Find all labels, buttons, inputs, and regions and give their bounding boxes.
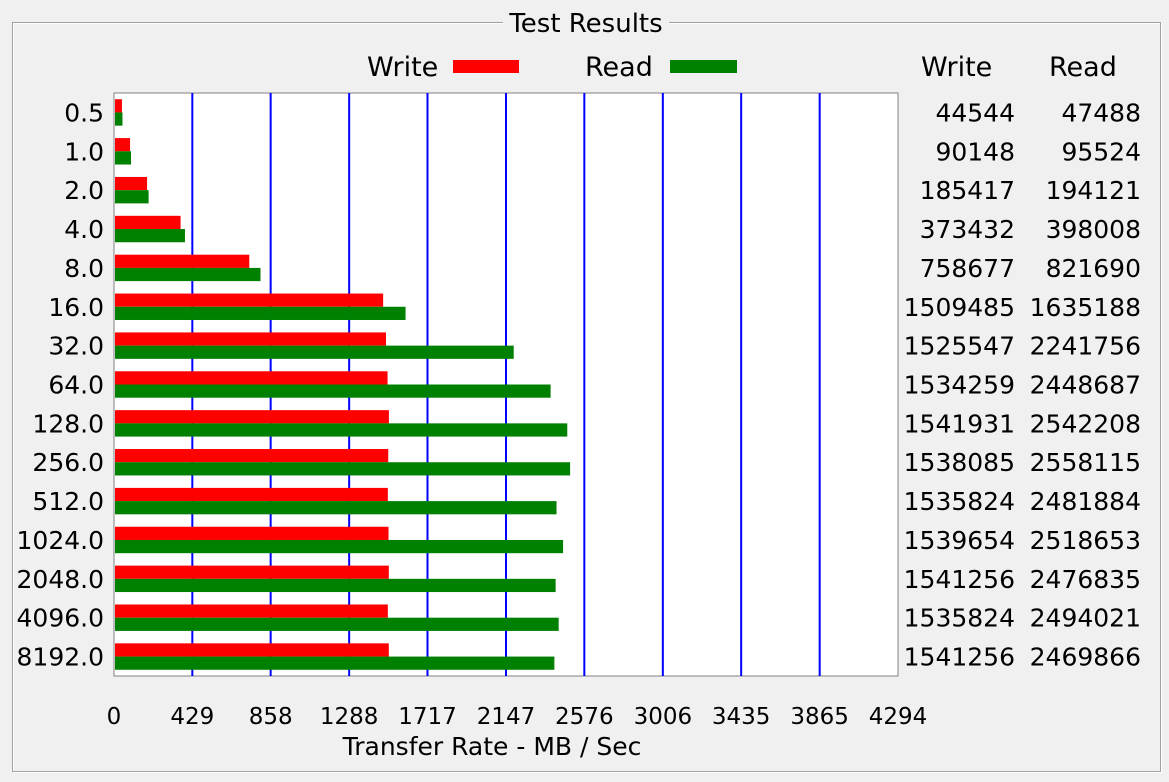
bar-write — [115, 138, 131, 152]
write-value: 1541931 — [904, 409, 1015, 438]
read-value: 2481884 — [1030, 487, 1141, 516]
bar-read — [115, 190, 149, 204]
bar-read — [115, 539, 564, 554]
category-label: 4.0 — [64, 215, 104, 244]
write-value: 1535824 — [904, 487, 1015, 516]
write-value: 90148 — [935, 137, 1015, 166]
category-label: 2048.0 — [17, 565, 104, 594]
x-tick-label: 3865 — [790, 704, 849, 730]
read-value: 1635188 — [1030, 293, 1141, 322]
read-value: 194121 — [1046, 176, 1141, 205]
read-value: 2448687 — [1030, 371, 1141, 400]
category-label: 8192.0 — [17, 643, 104, 672]
bar-read — [115, 656, 555, 670]
read-value: 821690 — [1046, 254, 1141, 283]
x-tick-label: 2147 — [477, 704, 536, 730]
read-value: 2476835 — [1030, 565, 1141, 594]
write-value: 758677 — [920, 254, 1015, 283]
read-value: 2558115 — [1030, 448, 1141, 477]
read-value: 2518653 — [1030, 526, 1141, 555]
bar-write — [115, 410, 389, 424]
bar-write — [115, 99, 122, 113]
category-label: 64.0 — [48, 371, 104, 400]
write-value: 1535824 — [904, 604, 1015, 633]
bar-read — [115, 462, 571, 476]
x-tick-label: 4294 — [869, 704, 928, 730]
x-tick-label: 2576 — [555, 704, 614, 730]
bar-write — [115, 604, 388, 618]
bar-read — [115, 345, 514, 359]
read-value: 2494021 — [1030, 604, 1141, 633]
x-tick-label: 1717 — [398, 704, 457, 730]
read-value: 47488 — [1061, 98, 1141, 127]
bar-write — [115, 643, 389, 657]
bar-read — [115, 384, 551, 398]
bar-chart: 0 429 858 1288 1717 2147 2576 3006 3435 3865 4294 0… — [17, 92, 1141, 730]
write-value: 1541256 — [904, 565, 1015, 594]
category-label: 128.0 — [32, 409, 104, 438]
x-tick-label: 3435 — [712, 704, 771, 730]
bar-write — [115, 215, 181, 230]
category-label: 256.0 — [32, 448, 104, 477]
bar-read — [115, 267, 261, 282]
bar-write — [115, 332, 387, 346]
x-tick-label: 429 — [170, 704, 214, 730]
bar-read — [115, 306, 406, 320]
bar-read — [115, 617, 559, 631]
category-label: 1024.0 — [17, 526, 104, 555]
bar-read — [115, 229, 185, 243]
write-value: 1541256 — [904, 643, 1015, 672]
x-tick-label: 0 — [107, 704, 122, 730]
bar-read — [115, 578, 556, 593]
write-value: 185417 — [920, 176, 1015, 205]
read-value: 2469866 — [1030, 643, 1141, 672]
category-label: 0.5 — [64, 98, 104, 127]
write-value: 44544 — [935, 98, 1015, 127]
read-value: 2542208 — [1030, 409, 1141, 438]
bar-write — [115, 526, 389, 540]
write-value: 1538085 — [904, 448, 1015, 477]
bar-write — [115, 487, 388, 502]
bar-write — [115, 176, 148, 191]
category-label: 512.0 — [32, 487, 104, 516]
x-axis-label: Transfer Rate - MB / Sec — [342, 732, 642, 761]
bar-write — [115, 449, 389, 463]
bar-write — [115, 565, 389, 579]
bar-write — [115, 293, 384, 307]
category-label: 2.0 — [64, 176, 104, 205]
bar-read — [115, 151, 132, 165]
x-tick-label: 3006 — [634, 704, 693, 730]
bar-write — [115, 371, 388, 385]
category-label: 16.0 — [48, 293, 104, 322]
bar-read — [115, 501, 557, 515]
read-value: 2241756 — [1030, 332, 1141, 361]
write-value: 1509485 — [904, 293, 1015, 322]
x-tick-label: 1288 — [320, 704, 379, 730]
category-label: 1.0 — [64, 137, 104, 166]
write-value: 373432 — [920, 215, 1015, 244]
bar-read — [115, 112, 123, 126]
category-label: 4096.0 — [17, 604, 104, 633]
category-label: 8.0 — [64, 254, 104, 283]
read-value: 398008 — [1046, 215, 1141, 244]
read-value: 95524 — [1061, 137, 1141, 166]
category-label: 32.0 — [48, 332, 104, 361]
bar-read — [115, 423, 568, 437]
write-value: 1525547 — [904, 332, 1015, 361]
x-tick-label: 858 — [249, 704, 293, 730]
bar-write — [115, 254, 250, 268]
write-value: 1534259 — [904, 371, 1015, 400]
write-value: 1539654 — [904, 526, 1015, 555]
